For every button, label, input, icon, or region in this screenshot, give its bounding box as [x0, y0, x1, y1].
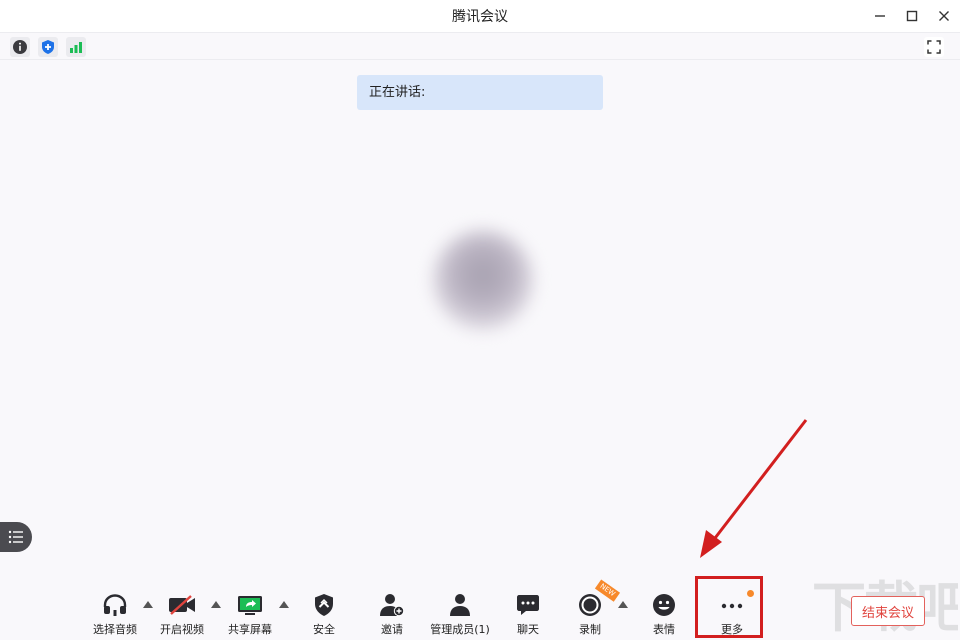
smiley-icon: [653, 594, 675, 616]
security-button[interactable]: 安全: [304, 585, 344, 637]
participant-avatar: [433, 230, 533, 330]
add-user-icon: [380, 594, 405, 617]
share-options-caret-icon[interactable]: [279, 600, 289, 608]
security-label: 安全: [313, 623, 335, 636]
share-screen-icon: [238, 596, 262, 615]
record-button[interactable]: NEW 录制: [570, 579, 620, 637]
maximize-icon: [906, 10, 918, 22]
minimize-button[interactable]: [864, 0, 896, 32]
fullscreen-icon: [927, 40, 941, 54]
meeting-security-button[interactable]: [38, 37, 58, 57]
fullscreen-button[interactable]: [924, 37, 944, 57]
annotation-highlight-box: [695, 576, 763, 638]
manage-members-label: 管理成员(1): [430, 623, 490, 636]
window-controls: [864, 0, 960, 32]
close-icon: [939, 11, 949, 21]
chat-label: 聊天: [517, 623, 539, 636]
end-meeting-label: 结束会议: [861, 605, 914, 621]
window-title: 腾讯会议: [452, 9, 508, 25]
invite-button[interactable]: 邀请: [372, 585, 412, 637]
meeting-info-button[interactable]: [10, 37, 30, 57]
speaking-label: 正在讲话:: [369, 85, 426, 100]
signal-bars-icon: [70, 42, 82, 53]
info-icon: [13, 40, 27, 54]
chat-button[interactable]: 聊天: [508, 585, 548, 637]
reactions-button[interactable]: 表情: [644, 585, 684, 637]
shield-icon: [42, 40, 54, 54]
participant-list-toggle[interactable]: [0, 522, 32, 552]
record-icon: [579, 594, 601, 616]
maximize-button[interactable]: [896, 0, 928, 32]
minimize-icon: [875, 15, 885, 17]
start-video-label: 开启视频: [160, 623, 204, 636]
audio-options-caret-icon[interactable]: [143, 600, 153, 608]
annotation-arrow: [700, 419, 808, 558]
end-meeting-button[interactable]: 结束会议: [851, 596, 925, 626]
headphones-icon: [103, 594, 127, 616]
shield-icon: [315, 594, 333, 616]
manage-members-button[interactable]: 管理成员(1): [428, 585, 492, 637]
share-screen-button[interactable]: 共享屏幕: [226, 585, 274, 637]
speaking-indicator: 正在讲话:: [357, 75, 603, 110]
share-screen-label: 共享屏幕: [228, 623, 272, 636]
invite-label: 邀请: [381, 623, 403, 636]
camera-off-icon: [169, 595, 195, 615]
start-video-button[interactable]: 开启视频: [158, 585, 206, 637]
select-audio-label: 选择音频: [93, 623, 137, 636]
record-label: 录制: [579, 623, 601, 636]
user-icon: [450, 594, 470, 616]
chat-bubble-icon: [517, 595, 539, 615]
list-icon: [8, 530, 23, 544]
meeting-info-bar: [0, 32, 960, 60]
close-button[interactable]: [928, 0, 960, 32]
network-status-button[interactable]: [66, 37, 86, 57]
video-options-caret-icon[interactable]: [211, 600, 221, 608]
title-bar: 腾讯会议: [0, 0, 960, 32]
select-audio-button[interactable]: 选择音频: [91, 585, 139, 637]
reactions-label: 表情: [653, 623, 675, 636]
record-options-caret-icon[interactable]: [618, 600, 628, 608]
